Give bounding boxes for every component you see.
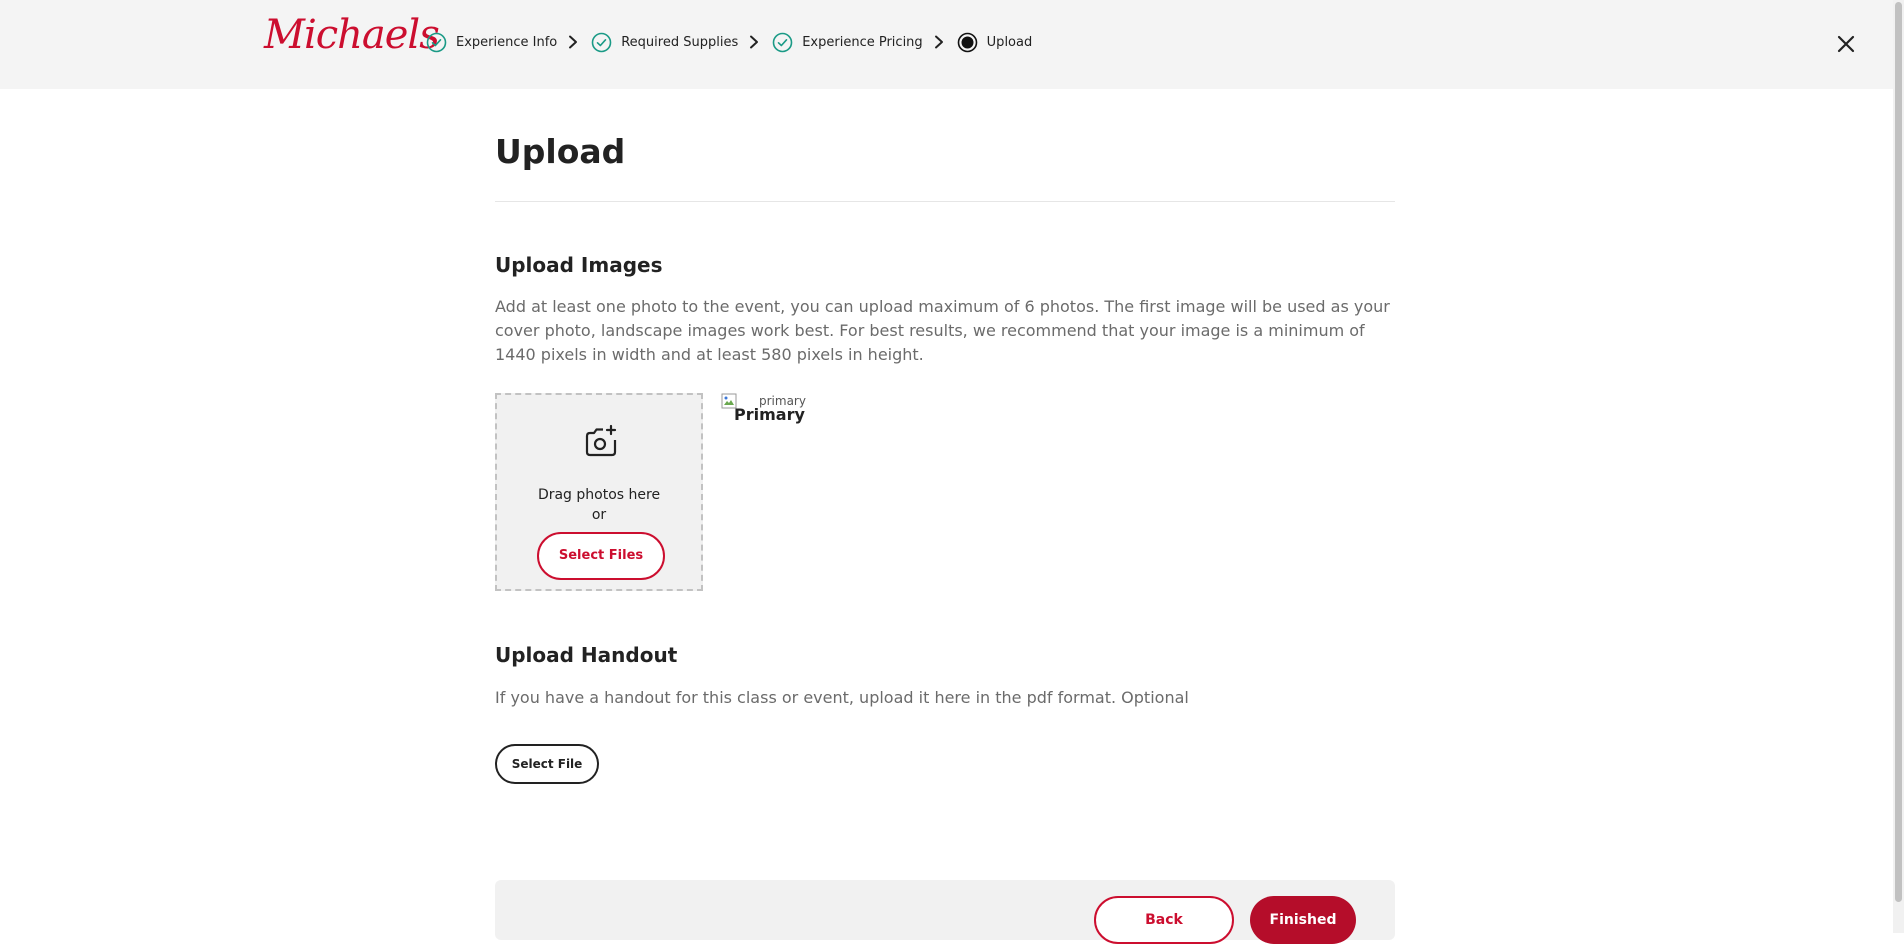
- or-text: or: [591, 507, 607, 523]
- page-title: Upload: [495, 132, 626, 171]
- top-bar: Michaels Experience Info Required Suppli…: [0, 0, 1893, 89]
- upload-images-title: Upload Images: [495, 253, 663, 277]
- photo-dropzone[interactable]: Drag photos here or Select Files: [495, 393, 703, 591]
- upload-images-description: Add at least one photo to the event, you…: [495, 297, 1390, 364]
- check-circle-icon: [591, 32, 612, 52]
- chevron-right-icon: [569, 35, 578, 49]
- step-experience-pricing[interactable]: Experience Pricing: [772, 32, 923, 53]
- upload-handout-title: Upload Handout: [495, 643, 678, 667]
- step-label: Required Supplies: [621, 34, 739, 50]
- primary-badge: Primary: [734, 405, 805, 424]
- back-button[interactable]: Back: [1094, 896, 1234, 944]
- camera-plus-icon: [585, 424, 617, 457]
- current-step-icon: [957, 32, 977, 52]
- step-experience-info[interactable]: Experience Info: [426, 32, 557, 53]
- chevron-right-icon: [750, 35, 759, 49]
- step-label: Experience Info: [456, 34, 558, 50]
- step-label: Experience Pricing: [802, 34, 923, 50]
- check-circle-icon: [772, 32, 793, 52]
- divider: [495, 201, 1395, 202]
- step-label: Upload: [986, 34, 1033, 50]
- select-files-button[interactable]: Select Files: [537, 532, 665, 580]
- chevron-right-icon: [934, 35, 943, 49]
- michaels-logo[interactable]: Michaels: [264, 12, 440, 58]
- footer-action-bar: Back Finished: [495, 880, 1395, 944]
- upload-handout-description: If you have a handout for this class or …: [495, 688, 1189, 707]
- progress-stepper: Experience Info Required Supplies Experi…: [426, 30, 1032, 54]
- step-required-supplies[interactable]: Required Supplies: [591, 32, 738, 53]
- finished-button[interactable]: Finished: [1250, 896, 1356, 944]
- select-file-button[interactable]: Select File: [495, 744, 599, 784]
- drag-photos-text: Drag photos here: [537, 487, 661, 503]
- close-icon[interactable]: [1836, 34, 1856, 54]
- scrollbar[interactable]: [1893, 0, 1904, 933]
- check-circle-icon: [426, 32, 447, 52]
- step-upload[interactable]: Upload: [957, 32, 1033, 53]
- photo-thumbnail[interactable]: primary Primary: [721, 393, 811, 433]
- scrollbar-thumb[interactable]: [1895, 2, 1902, 902]
